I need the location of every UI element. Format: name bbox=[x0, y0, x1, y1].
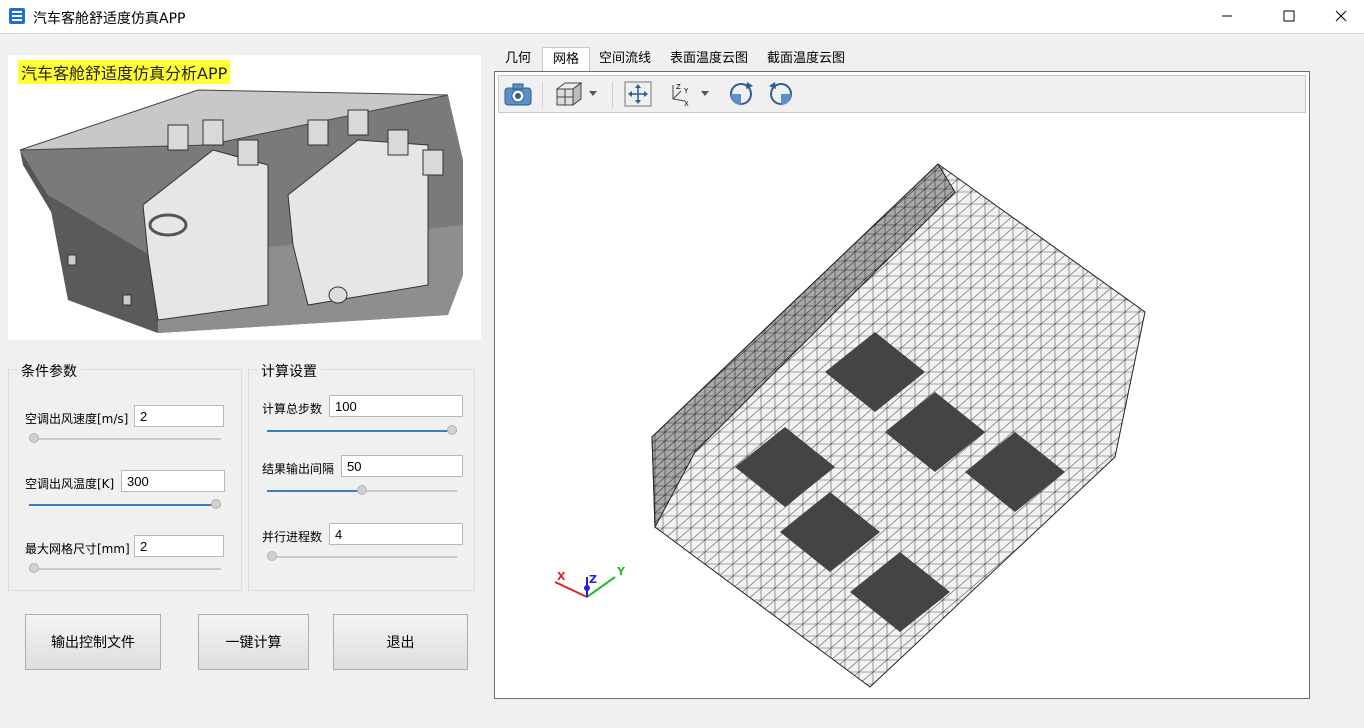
tab-mesh[interactable]: 网格 bbox=[542, 47, 590, 72]
window-title: 汽车客舱舒适度仿真APP bbox=[33, 11, 186, 27]
one-click-compute-button[interactable]: 一键计算 bbox=[198, 614, 309, 670]
total-steps-label: 计算总步数 bbox=[262, 402, 323, 416]
total-steps-slider[interactable] bbox=[267, 425, 457, 435]
minimize-button[interactable] bbox=[1204, 0, 1250, 32]
axis-z-label: Z bbox=[589, 573, 597, 586]
processes-slider[interactable] bbox=[267, 551, 457, 561]
tab-geometry[interactable]: 几何 bbox=[498, 47, 538, 70]
mesh-size-label: 最大网格尺寸[mm] bbox=[25, 542, 130, 556]
processes-slider-handle[interactable] bbox=[267, 551, 277, 561]
hero-title: 汽车客舱舒适度仿真分析APP bbox=[18, 60, 231, 84]
conditions-group-title: 条件参数 bbox=[17, 361, 81, 381]
output-interval-input[interactable] bbox=[341, 455, 463, 477]
mesh-size-slider[interactable] bbox=[29, 563, 221, 573]
compute-group-title: 计算设置 bbox=[257, 361, 321, 381]
close-button[interactable] bbox=[1318, 0, 1364, 32]
air-speed-input[interactable] bbox=[134, 405, 224, 427]
tab-section-temperature[interactable]: 截面温度云图 bbox=[760, 47, 852, 70]
air-temp-slider-fill bbox=[29, 504, 221, 506]
mesh-model: X Y Z bbox=[554, 163, 1146, 688]
title-bar: 汽车客舱舒适度仿真APP bbox=[0, 0, 1364, 34]
orientation-triad: X Y Z bbox=[554, 565, 626, 598]
output-interval-label: 结果输出间隔 bbox=[262, 462, 335, 476]
close-icon bbox=[1335, 10, 1347, 22]
cabin-geometry-image bbox=[19, 89, 463, 333]
mesh-size-slider-handle[interactable] bbox=[29, 563, 39, 573]
axis-y-label: Y bbox=[616, 565, 626, 578]
axis-x-label: X bbox=[557, 570, 566, 583]
output-interval-slider[interactable] bbox=[267, 485, 457, 495]
tab-surface-temperature[interactable]: 表面温度云图 bbox=[664, 47, 754, 70]
tab-streamlines[interactable]: 空间流线 bbox=[594, 47, 656, 70]
air-speed-slider[interactable] bbox=[29, 433, 221, 443]
mesh-size-input[interactable] bbox=[134, 535, 224, 557]
output-interval-slider-fill bbox=[267, 490, 362, 492]
maximize-icon bbox=[1283, 10, 1295, 22]
exit-button[interactable]: 退出 bbox=[333, 614, 468, 670]
air-temp-input[interactable] bbox=[121, 470, 225, 492]
total-steps-slider-handle[interactable] bbox=[447, 425, 457, 435]
minimize-icon bbox=[1222, 15, 1232, 17]
export-control-file-button[interactable]: 输出控制文件 bbox=[25, 614, 161, 670]
compute-group: 计算设置 计算总步数 结果输出间隔 并行进程数 bbox=[248, 361, 475, 591]
air-speed-slider-handle[interactable] bbox=[29, 433, 39, 443]
air-speed-label: 空调出风速度[m/s] bbox=[25, 412, 129, 426]
air-temp-label: 空调出风温度[K] bbox=[25, 477, 115, 491]
total-steps-input[interactable] bbox=[329, 395, 463, 417]
air-temp-slider[interactable] bbox=[29, 499, 221, 509]
maximize-button[interactable] bbox=[1266, 0, 1312, 32]
processes-label: 并行进程数 bbox=[262, 530, 323, 544]
conditions-group: 条件参数 空调出风速度[m/s] 空调出风温度[K] 最大网格尺寸[mm] bbox=[8, 361, 242, 591]
processes-input[interactable] bbox=[329, 523, 463, 545]
output-interval-slider-handle[interactable] bbox=[357, 485, 367, 495]
hero-panel: 汽车客舱舒适度仿真分析APP bbox=[8, 55, 481, 340]
air-temp-slider-handle[interactable] bbox=[211, 499, 221, 509]
app-icon bbox=[8, 7, 26, 25]
mesh-viewer[interactable]: Z Y X X Y Z bbox=[494, 71, 1310, 699]
total-steps-slider-fill bbox=[267, 430, 457, 432]
